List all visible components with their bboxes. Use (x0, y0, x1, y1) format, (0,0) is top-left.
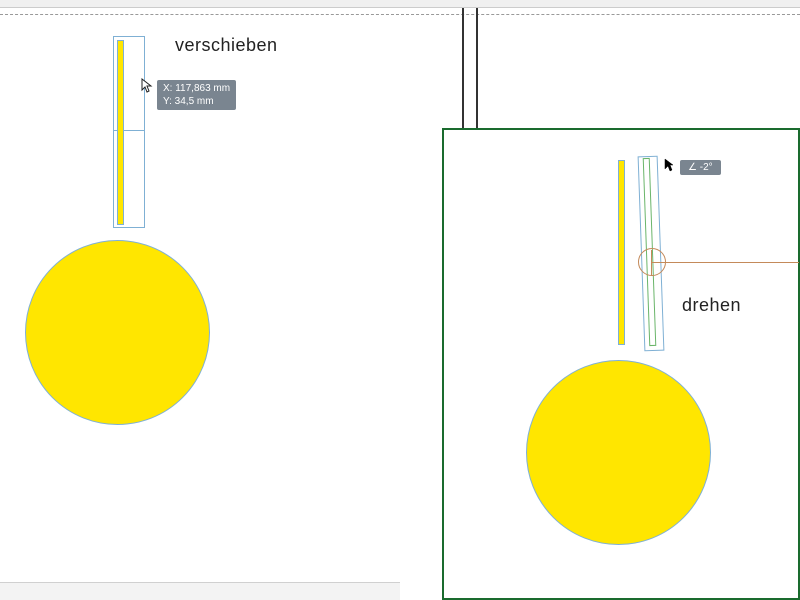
rotate-cursor-icon (664, 158, 676, 172)
rotation-guide-horizontal (651, 262, 799, 263)
yellow-rectangle-object-right[interactable] (618, 160, 625, 345)
yellow-rectangle-object-left[interactable] (117, 40, 124, 225)
ruler-marks (462, 8, 492, 133)
rotate-angle-tooltip: ∠ -2° (680, 160, 721, 175)
tooltip-y-value: Y: 34,5 mm (163, 95, 230, 108)
move-label: verschieben (175, 35, 278, 56)
rotation-guide-vertical (651, 250, 652, 276)
top-guide-line (0, 14, 800, 15)
move-cursor-icon (141, 78, 155, 94)
move-coordinates-tooltip: X: 117,863 mm Y: 34,5 mm (157, 80, 236, 110)
yellow-circle-object-left[interactable] (25, 240, 210, 425)
tooltip-x-value: X: 117,863 mm (163, 82, 230, 95)
yellow-circle-object-right[interactable] (526, 360, 711, 545)
rotate-label: drehen (682, 295, 741, 316)
top-toolbar-strip (0, 0, 800, 8)
bottom-status-strip (0, 582, 400, 600)
